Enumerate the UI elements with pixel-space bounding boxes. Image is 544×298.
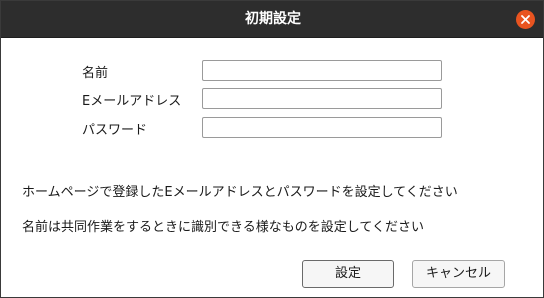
password-label: パスワード bbox=[82, 123, 148, 138]
name-label: 名前 bbox=[82, 66, 109, 81]
email-input[interactable] bbox=[202, 88, 442, 109]
settings-dialog: 初期設定 名前 Eメールアドレス パスワード ホームページで登録したEメールアド… bbox=[0, 0, 544, 298]
window-title: 初期設定 bbox=[245, 11, 301, 27]
name-input[interactable] bbox=[202, 60, 442, 81]
password-input[interactable] bbox=[202, 117, 442, 138]
confirm-button[interactable]: 設定 bbox=[302, 260, 394, 288]
instruction-message-name: 名前は共同作業をするときに識別できる様なものを設定してください bbox=[22, 220, 424, 235]
close-icon bbox=[521, 15, 530, 24]
cancel-button[interactable]: キャンセル bbox=[412, 260, 505, 288]
instruction-message-credentials: ホームページで登録したEメールアドレスとパスワードを設定してください bbox=[22, 185, 458, 200]
email-label: Eメールアドレス bbox=[82, 94, 182, 109]
close-button[interactable] bbox=[516, 10, 535, 29]
title-bar[interactable]: 初期設定 bbox=[1, 1, 543, 38]
